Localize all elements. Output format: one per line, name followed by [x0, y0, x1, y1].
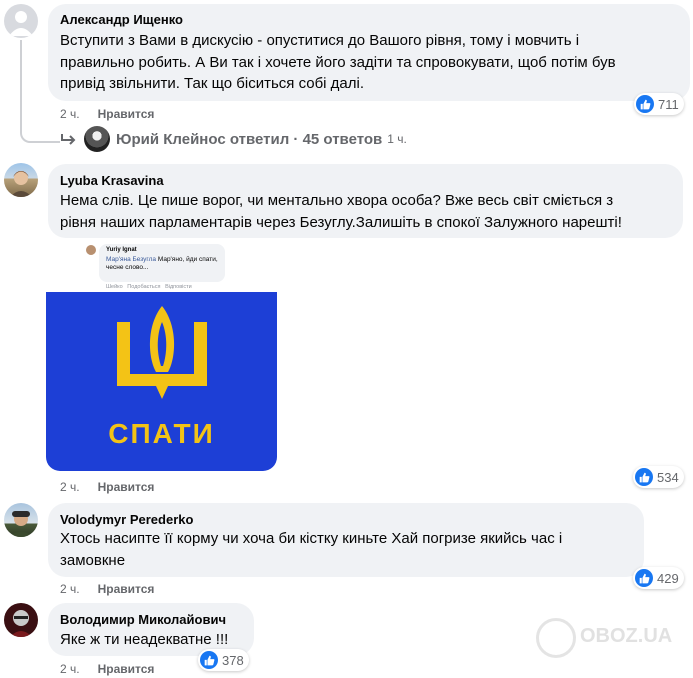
watermark-logo — [536, 618, 576, 658]
comment-meta: 2 ч. Нравится — [60, 107, 154, 121]
inner-text: Мар'яна Безугла Мар'яно, йди спати, чесн… — [106, 256, 222, 272]
reaction-count[interactable]: 378 — [198, 649, 249, 671]
inner-actions: Шейко Подобається Відповісти — [106, 284, 192, 290]
comment-time[interactable]: 2 ч. — [60, 107, 80, 121]
reaction-count[interactable]: 534 — [633, 466, 684, 488]
thread-connector — [20, 40, 60, 143]
inner-avatar — [86, 245, 96, 255]
reaction-count-value: 711 — [658, 96, 679, 112]
user-photo — [9, 511, 33, 537]
like-button[interactable]: Нравится — [98, 480, 155, 494]
user-photo — [10, 610, 32, 637]
default-avatar-icon — [9, 11, 33, 36]
comment-meta: 2 ч. Нравится — [60, 662, 154, 676]
inner-author: Yuriy Ignat — [106, 247, 137, 253]
inner-action: Відповісти — [165, 284, 192, 290]
comment-meta: 2 ч. Нравится — [60, 480, 154, 494]
reply-time: 1 ч. — [387, 132, 407, 146]
reaction-count-value: 378 — [222, 652, 244, 668]
avatar[interactable] — [4, 603, 38, 637]
comment-author[interactable]: Volodymyr Perederko — [60, 512, 193, 527]
reply-author[interactable]: Юрий Клейнос — [116, 131, 226, 148]
inner-action: Подобається — [127, 284, 161, 290]
like-reaction-icon — [635, 569, 653, 587]
user-photo — [10, 171, 32, 197]
comment-text: Вступити з Вами в дискусію - опуститися … — [60, 32, 616, 92]
comment-image[interactable]: Yuriy Ignat Мар'яна Безугла Мар'яно, йди… — [46, 240, 277, 471]
reply-avatar — [84, 126, 110, 152]
avatar[interactable] — [4, 503, 38, 537]
comment-author[interactable]: Володимир Миколайович — [60, 612, 226, 627]
reaction-count-value: 534 — [657, 469, 679, 485]
watermark: OBOZ.UA — [580, 625, 673, 647]
comment-text: Яке ж ти неадекватне !!! — [60, 631, 229, 648]
inner-action: Шейко — [106, 284, 123, 290]
like-reaction-icon — [200, 651, 218, 669]
reaction-count-value: 429 — [657, 570, 679, 586]
comment-meta: 2 ч. Нравится — [60, 582, 154, 596]
like-button[interactable]: Нравится — [98, 662, 155, 676]
view-replies-link[interactable]: Юрий Клейнос ответил · 45 ответов 1 ч. — [60, 126, 407, 152]
reaction-count[interactable]: 429 — [633, 567, 684, 589]
reply-arrow-icon — [61, 134, 76, 145]
like-button[interactable]: Нравится — [98, 582, 155, 596]
comment-time[interactable]: 2 ч. — [60, 480, 80, 494]
comment-time[interactable]: 2 ч. — [60, 662, 80, 676]
like-reaction-icon — [636, 95, 654, 113]
reply-summary: ответил · 45 ответов — [229, 130, 383, 148]
comment-text: Нема слів. Це пише ворог, чи ментально х… — [60, 192, 622, 231]
avatar[interactable] — [4, 163, 38, 197]
like-reaction-icon — [635, 468, 653, 486]
poster-text: СПАТИ — [108, 418, 215, 449]
inner-mention: Мар'яна Безугла — [106, 256, 157, 263]
trident-icon — [117, 306, 207, 399]
comment-text: Хтось насипте її корму чи хоча би кістку… — [60, 530, 563, 569]
reaction-count[interactable]: 711 — [634, 93, 684, 115]
avatar[interactable] — [4, 4, 38, 38]
comment-author[interactable]: Александр Ищенко — [60, 12, 183, 27]
comment-time[interactable]: 2 ч. — [60, 582, 80, 596]
like-button[interactable]: Нравится — [98, 107, 155, 121]
comment-author[interactable]: Lyuba Krasavina — [60, 173, 164, 188]
